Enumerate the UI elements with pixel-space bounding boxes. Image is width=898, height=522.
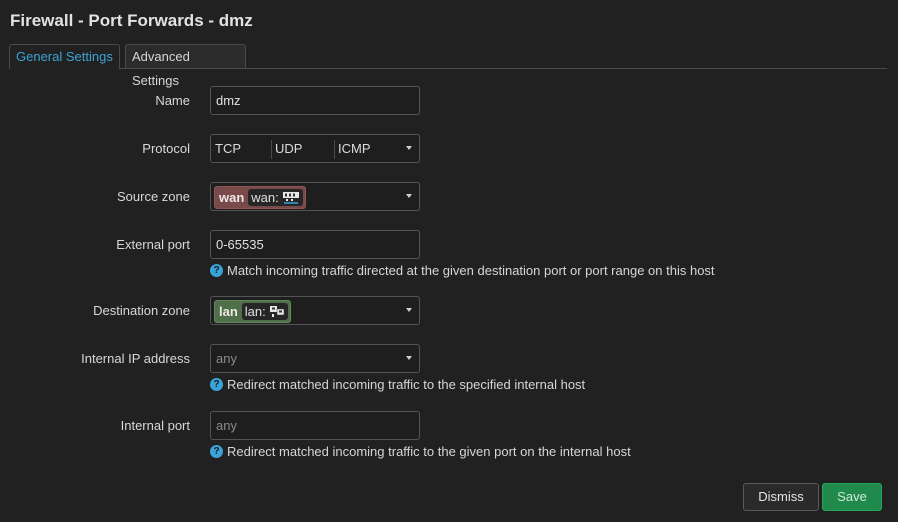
chevron-down-icon bbox=[406, 194, 412, 198]
network-device-icon bbox=[282, 191, 299, 204]
protocol-option-udp[interactable]: UDP bbox=[272, 140, 302, 158]
protocol-option-icmp[interactable]: ICMP bbox=[335, 140, 371, 158]
help-icon: ? bbox=[210, 264, 223, 277]
name-input[interactable] bbox=[210, 86, 420, 115]
internal-ip-hint: ? Redirect matched incoming traffic to t… bbox=[210, 377, 585, 392]
tab-bar: General Settings Advanced Settings bbox=[9, 44, 887, 88]
chevron-down-icon bbox=[406, 356, 412, 360]
tab-general-settings[interactable]: General Settings bbox=[9, 44, 120, 69]
internal-ip-placeholder: any bbox=[216, 351, 237, 366]
source-zone-select[interactable]: wan wan: bbox=[210, 182, 420, 211]
zone-name: lan bbox=[219, 304, 238, 319]
help-icon: ? bbox=[210, 445, 223, 458]
dismiss-button[interactable]: Dismiss bbox=[743, 483, 819, 511]
destination-zone-select[interactable]: lan lan: bbox=[210, 296, 420, 325]
zone-name: wan bbox=[219, 190, 245, 205]
zone-badge-wan: wan wan: bbox=[214, 186, 306, 209]
external-port-label: External port bbox=[116, 237, 190, 252]
hint-text: Redirect matched incoming traffic to the… bbox=[227, 377, 586, 392]
help-icon: ? bbox=[210, 378, 223, 391]
hint-text: Match incoming traffic directed at the g… bbox=[227, 263, 715, 278]
hint-text: Redirect matched incoming traffic to the… bbox=[227, 444, 631, 459]
zone-device-label: wan: bbox=[251, 190, 279, 205]
internal-port-label: Internal port bbox=[120, 418, 190, 433]
tab-advanced-settings[interactable]: Advanced Settings bbox=[125, 44, 246, 88]
protocol-label: Protocol bbox=[142, 141, 190, 156]
zone-badge-lan: lan lan: bbox=[214, 300, 291, 323]
network-device-icon bbox=[269, 305, 285, 317]
page-title: Firewall - Port Forwards - dmz bbox=[10, 11, 253, 30]
external-port-input[interactable] bbox=[210, 230, 420, 259]
destination-zone-label: Destination zone bbox=[93, 303, 190, 318]
save-button[interactable]: Save bbox=[822, 483, 882, 511]
zone-device-label: lan: bbox=[244, 304, 266, 319]
chevron-down-icon bbox=[406, 308, 412, 312]
internal-ip-label: Internal IP address bbox=[81, 351, 190, 366]
zone-device: wan: bbox=[248, 189, 303, 206]
internal-port-hint: ? Redirect matched incoming traffic to t… bbox=[210, 444, 631, 459]
external-port-hint: ? Match incoming traffic directed at the… bbox=[210, 263, 715, 278]
zone-device: lan: bbox=[241, 303, 288, 320]
internal-ip-select[interactable]: any bbox=[210, 344, 420, 373]
name-label: Name bbox=[155, 93, 190, 108]
chevron-down-icon bbox=[406, 146, 412, 150]
source-zone-label: Source zone bbox=[117, 189, 190, 204]
protocol-option-tcp[interactable]: TCP bbox=[212, 140, 241, 158]
protocol-select[interactable]: TCP UDP ICMP bbox=[210, 134, 420, 163]
internal-port-input[interactable] bbox=[210, 411, 420, 440]
